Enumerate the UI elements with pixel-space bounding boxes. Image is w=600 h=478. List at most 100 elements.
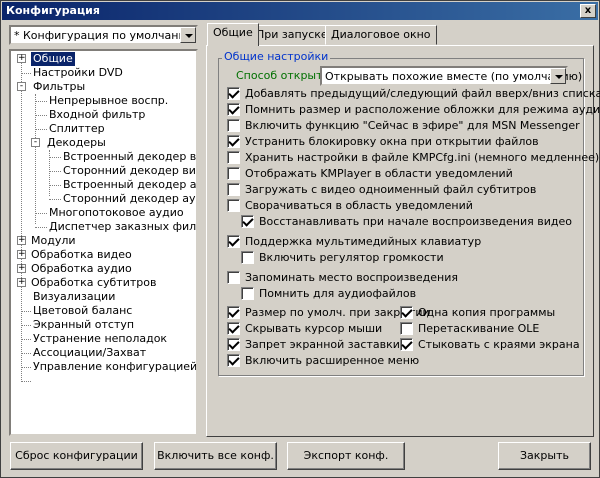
- checkbox[interactable]: [227, 167, 240, 180]
- tree-item-filters[interactable]: Фильтры: [33, 80, 85, 94]
- checkbox[interactable]: [227, 119, 240, 132]
- reset-config-button[interactable]: Сброс конфигурации: [10, 442, 143, 470]
- expand-icon[interactable]: +: [17, 264, 26, 273]
- tree-line: [21, 325, 31, 326]
- open-method-select[interactable]: Открывать похожие вместе (по умолчанию): [320, 66, 582, 86]
- tree-line: [35, 101, 47, 102]
- option-single-instance[interactable]: Одна копия программы: [400, 306, 555, 320]
- checkbox[interactable]: [227, 151, 240, 164]
- window-title: Конфигурация: [6, 4, 100, 17]
- option-restore-on-play[interactable]: Восстанавливать при начале воспроизведен…: [241, 215, 572, 229]
- checkbox[interactable]: [227, 87, 240, 100]
- tree-line: [21, 73, 31, 74]
- tree-item-subtitle-processing[interactable]: Обработка субтитров: [31, 276, 156, 290]
- checkbox[interactable]: [227, 338, 240, 351]
- expand-icon[interactable]: +: [17, 250, 26, 259]
- tree-line: [35, 115, 47, 116]
- tab-dialog[interactable]: Диалоговое окно: [325, 25, 437, 45]
- collapse-icon[interactable]: -: [31, 138, 40, 147]
- close-button[interactable]: Закрыть: [498, 442, 591, 470]
- tree-item-decoders[interactable]: Декодеры: [47, 136, 106, 150]
- checkbox[interactable]: [241, 251, 254, 264]
- settings-tree[interactable]: + - - + + + + Общие Настройки DVD Фильтр…: [9, 49, 198, 436]
- checkbox[interactable]: [400, 338, 413, 351]
- chevron-down-icon[interactable]: [550, 68, 566, 84]
- tree-line: [35, 94, 36, 224]
- chevron-down-icon[interactable]: [180, 27, 196, 43]
- checkbox[interactable]: [241, 215, 254, 228]
- tree-item-builtin-video-decoder[interactable]: Встроенный декодер видео: [63, 150, 196, 164]
- tree-item-video-processing[interactable]: Обработка видео: [31, 248, 132, 262]
- tree-line: [49, 185, 61, 186]
- checkbox[interactable]: [227, 199, 240, 212]
- option-msn-now-playing[interactable]: Включить функцию "Сейчас в эфире" для MS…: [227, 119, 580, 133]
- tree-line: [49, 199, 61, 200]
- tree-item-associations[interactable]: Ассоциации/Захват: [33, 346, 146, 360]
- checkbox[interactable]: [227, 235, 240, 248]
- profile-select[interactable]: * Конфигурация по умолчанию: [9, 25, 198, 45]
- option-ole-drag[interactable]: Перетаскивание OLE: [400, 322, 539, 336]
- checkbox[interactable]: [400, 306, 413, 319]
- tree-item-troubleshooting[interactable]: Устранение неполадок: [33, 332, 167, 346]
- tree-item-modules[interactable]: Модули: [31, 234, 76, 248]
- tree-line: [35, 129, 47, 130]
- expand-icon[interactable]: +: [17, 278, 26, 287]
- option-extended-menu[interactable]: Включить расширенное меню: [227, 354, 419, 368]
- collapse-icon[interactable]: -: [17, 82, 26, 91]
- enable-all-button[interactable]: Включить все конф.: [154, 442, 277, 470]
- tree-item-splitter[interactable]: Сплиттер: [49, 122, 105, 136]
- tree-item-color-balance[interactable]: Цветовой баланс: [33, 304, 132, 318]
- checkbox[interactable]: [227, 354, 240, 367]
- option-snap-edges[interactable]: Стыковать с краями экрана: [400, 338, 580, 352]
- tree-line: [49, 171, 61, 172]
- option-minimize-to-tray[interactable]: Сворачиваться в область уведомлений: [227, 199, 473, 213]
- option-ini-file[interactable]: Хранить настройки в файле KMPCfg.ini (не…: [227, 151, 599, 165]
- option-remember-cover[interactable]: Помнить размер и расположение обложки дл…: [227, 103, 600, 117]
- open-method-value: Открывать похожие вместе (по умолчанию): [325, 70, 583, 83]
- checkbox[interactable]: [227, 103, 240, 116]
- tree-line: [49, 157, 61, 158]
- group-title: Общие настройки: [222, 50, 331, 63]
- tree-item-config-management[interactable]: Управление конфигурацией: [33, 360, 196, 374]
- tree-line: [35, 227, 47, 228]
- checkbox[interactable]: [227, 135, 240, 148]
- option-add-prev-next[interactable]: Добавлять предыдущий/следующий файл ввер…: [227, 87, 600, 101]
- tree-item-custom-filter-manager[interactable]: Диспетчер заказных фильтров: [49, 220, 196, 234]
- checkbox[interactable]: [227, 322, 240, 335]
- option-remember-position[interactable]: Запоминать место воспроизведения: [227, 271, 458, 285]
- option-hide-cursor[interactable]: Скрывать курсор мыши: [227, 322, 382, 336]
- tree-line: [21, 367, 31, 368]
- checkbox[interactable]: [227, 271, 240, 284]
- tree-line: [21, 381, 31, 382]
- tree-item-dvd[interactable]: Настройки DVD: [33, 66, 123, 80]
- checkbox[interactable]: [227, 183, 240, 196]
- option-show-in-tray[interactable]: Отображать KMPlayer в области уведомлени…: [227, 167, 513, 181]
- option-disable-screensaver[interactable]: Запрет экранной заставки: [227, 338, 400, 352]
- tree-item-input-filter[interactable]: Входной фильтр: [49, 108, 145, 122]
- tree-item-visualizations[interactable]: Визуализации: [33, 290, 115, 304]
- option-remember-audio[interactable]: Помнить для аудиофайлов: [241, 287, 416, 301]
- option-load-subtitles[interactable]: Загружать с видео одноименный файл субти…: [227, 183, 536, 197]
- tree-line: [21, 58, 22, 380]
- export-config-button[interactable]: Экспорт конф.: [287, 442, 405, 470]
- checkbox[interactable]: [400, 322, 413, 335]
- tree-item-general[interactable]: Общие: [31, 52, 75, 66]
- option-volume-control[interactable]: Включить регулятор громкости: [241, 251, 444, 265]
- config-window: Конфигурация x * Конфигурация по умолчан…: [0, 0, 600, 478]
- option-unlock-window[interactable]: Устранить блокировку окна при открытии ф…: [227, 135, 539, 149]
- profile-select-value: * Конфигурация по умолчанию: [14, 29, 195, 42]
- tree-item-external-video-decoder[interactable]: Сторонний декодер видео: [63, 164, 196, 178]
- tree-item-continuous-play[interactable]: Непрерывное воспр.: [49, 94, 168, 108]
- checkbox[interactable]: [227, 306, 240, 319]
- checkbox[interactable]: [241, 287, 254, 300]
- expand-icon[interactable]: +: [17, 236, 26, 245]
- tree-item-multistream-audio[interactable]: Многопотоковое аудио: [49, 206, 184, 220]
- tree-item-builtin-audio-decoder[interactable]: Встроенный декодер аудио: [63, 178, 196, 192]
- tree-item-external-audio-decoder[interactable]: Сторонний декодер аудио: [63, 192, 196, 206]
- expand-icon[interactable]: +: [17, 54, 26, 63]
- close-window-button[interactable]: x: [580, 4, 596, 18]
- option-media-keys[interactable]: Поддержка мультимедийных клавиатур: [227, 235, 481, 249]
- tab-general[interactable]: Общие: [207, 23, 259, 46]
- tree-item-screen-margin[interactable]: Экранный отступ: [33, 318, 134, 332]
- tree-item-audio-processing[interactable]: Обработка аудио: [31, 262, 132, 276]
